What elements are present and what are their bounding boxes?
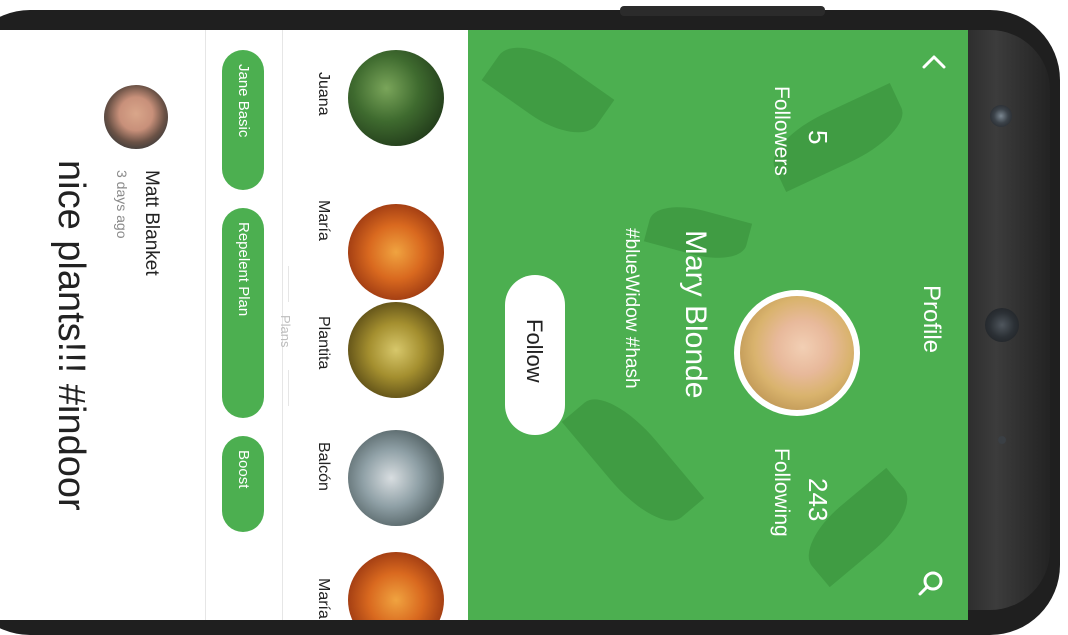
follow-button[interactable]: Follow — [505, 275, 565, 435]
plant-image-balcon[interactable] — [348, 430, 444, 526]
post-timestamp: 3 days ago — [114, 170, 130, 239]
plant-image-maria[interactable] — [348, 204, 444, 300]
following-label[interactable]: Following — [769, 448, 793, 537]
following-count: 243 — [803, 478, 833, 522]
plan-chip-label: Boost — [235, 450, 252, 489]
speaker-grille-icon — [985, 308, 1019, 342]
section-divider — [205, 30, 206, 620]
plant-image-maria-2[interactable] — [348, 552, 444, 620]
profile-name: Mary Blonde — [679, 230, 712, 399]
plant-image-juana[interactable] — [348, 50, 444, 146]
profile-tags: #blueWidow #hash — [621, 228, 642, 389]
plan-chip-repelent-plan[interactable]: Repelent Plan — [222, 208, 264, 418]
search-icon — [918, 571, 943, 596]
followers-count: 5 — [803, 130, 833, 145]
front-camera-icon — [990, 105, 1012, 127]
leaf-pattern — [481, 31, 615, 149]
plans-divider — [288, 370, 289, 406]
plant-name: Plantita — [315, 316, 332, 370]
back-button[interactable] — [920, 48, 948, 81]
plan-chip-label: Jane Basic — [235, 64, 252, 138]
plans-divider — [288, 266, 289, 302]
search-button[interactable] — [916, 568, 946, 603]
plant-name: Juana — [315, 72, 332, 116]
leaf-pattern — [561, 383, 705, 537]
page-title: Profile — [918, 285, 945, 354]
plan-chip-boost[interactable]: Boost — [222, 436, 264, 532]
plant-name: Balcón — [315, 442, 332, 491]
post-text: nice plants!!! #indoor — [50, 160, 92, 511]
plant-name: María — [315, 578, 332, 619]
post-avatar[interactable] — [104, 85, 168, 149]
followers-label[interactable]: Followers — [769, 86, 793, 176]
proximity-sensor-icon — [998, 436, 1006, 444]
plant-name: María — [315, 200, 332, 241]
plans-label: Plans — [278, 315, 293, 348]
follow-button-label: Follow — [522, 319, 547, 383]
post-username[interactable]: Matt Blanket — [140, 170, 162, 276]
plan-chip-label: Repelent Plan — [235, 222, 252, 317]
chevron-left-icon — [922, 55, 946, 69]
phone-button — [620, 6, 825, 16]
avatar[interactable] — [740, 296, 854, 410]
app-screen: Profile 5 Followers 243 Following Mary B… — [0, 30, 968, 620]
plan-chip-jane-basic[interactable]: Jane Basic — [222, 50, 264, 190]
plant-image-plantita[interactable] — [348, 302, 444, 398]
